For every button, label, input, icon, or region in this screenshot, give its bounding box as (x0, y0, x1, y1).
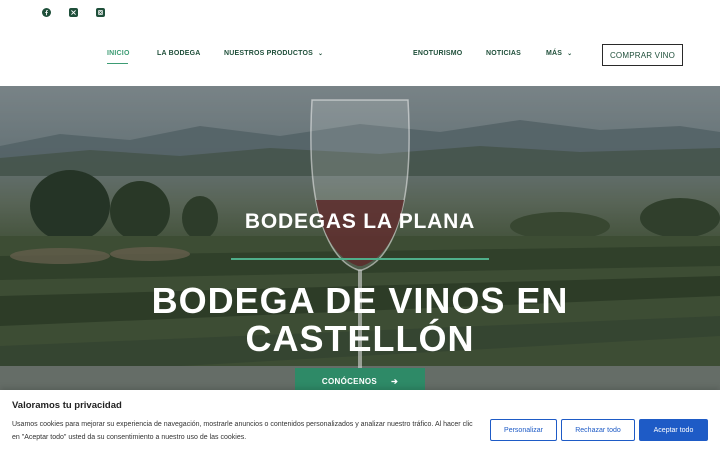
x-twitter-icon[interactable] (69, 8, 78, 17)
nav-item-inicio[interactable]: INICIO (107, 50, 130, 57)
instagram-icon[interactable] (96, 8, 105, 17)
nav-item-label: LA BODEGA (157, 50, 201, 57)
cookie-banner: Valoramos tu privacidad Usamos cookies p… (0, 390, 720, 450)
nav-item-label: NUESTROS PRODUCTOS (224, 50, 314, 57)
nav-item-mas[interactable]: MÁS ⌄ (546, 50, 572, 57)
accept-all-button[interactable]: Aceptar todo (639, 419, 708, 441)
nav-item-label: ENOTURISMO (413, 50, 463, 57)
hero-kicker: BODEGAS LA PLANA (244, 210, 476, 233)
site-header: INICIO LA BODEGA NUESTROS PRODUCTOS ⌄ ENO… (0, 0, 720, 86)
nav-item-label: NOTICIAS (486, 50, 522, 57)
chevron-down-icon: ⌄ (318, 51, 324, 57)
active-indicator (107, 63, 128, 64)
chevron-down-icon: ⌄ (567, 51, 573, 57)
cookie-description: Usamos cookies para mejorar su experienc… (12, 421, 473, 441)
nav-item-noticias[interactable]: NOTICIAS (486, 50, 521, 57)
buy-wine-button[interactable]: COMPRAR VINO (602, 44, 683, 66)
nav-item-label: INICIO (107, 50, 130, 57)
hero-divider (231, 258, 489, 260)
arrow-right-icon: ➔ (391, 376, 399, 386)
hero-title-line: CASTELLÓN (245, 318, 475, 359)
nav-item-nuestros-productos[interactable]: NUESTROS PRODUCTOS ⌄ (224, 50, 323, 57)
hero-section: BODEGAS LA PLANA BODEGA DE VINOS EN CAST… (0, 86, 720, 390)
nav-item-label: MÁS (546, 50, 563, 57)
social-links (42, 8, 105, 17)
hero-title: BODEGA DE VINOS EN CASTELLÓN (0, 282, 720, 358)
nav-item-la-bodega[interactable]: LA BODEGA (157, 50, 201, 57)
cta-label: CONÓCENOS (321, 376, 378, 386)
facebook-icon[interactable] (42, 8, 51, 17)
nav-item-enoturismo[interactable]: ENOTURISMO (413, 50, 462, 57)
cookie-title: Valoramos tu privacidad (12, 400, 122, 411)
conocenos-button[interactable]: CONÓCENOS ➔ (295, 368, 425, 390)
hero-title-line: BODEGA DE VINOS EN (151, 280, 569, 321)
reject-all-button[interactable]: Rechazar todo (561, 419, 635, 441)
customize-button[interactable]: Personalizar (490, 419, 557, 441)
